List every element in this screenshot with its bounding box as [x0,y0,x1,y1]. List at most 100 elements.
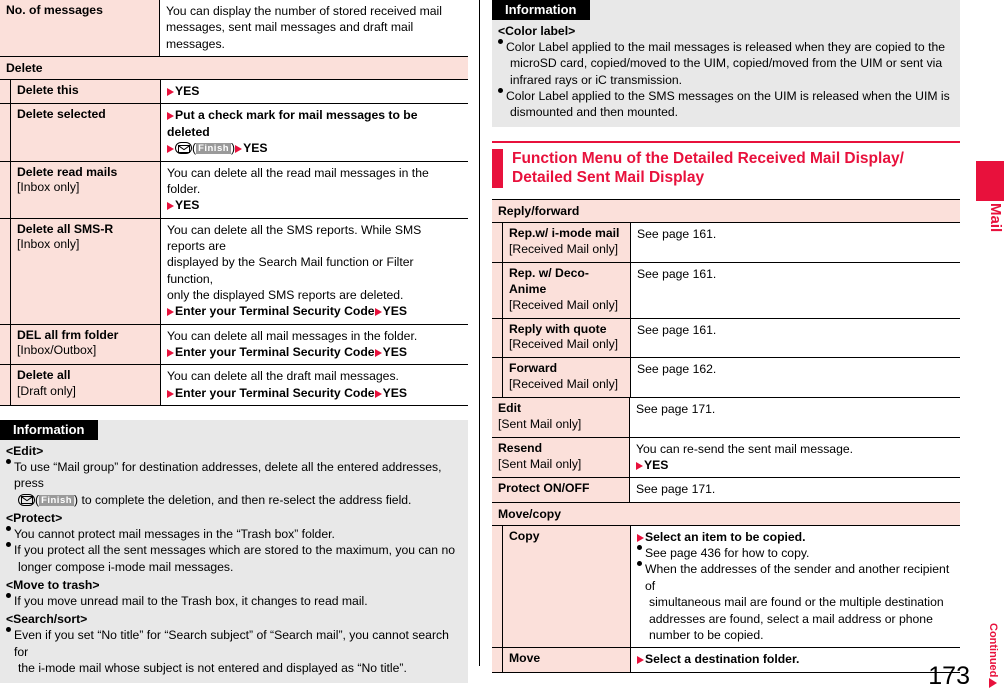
information-tag: <Color label> [498,24,576,38]
information-tag: <Edit> [6,443,44,458]
finish-softkey-label: Finish [196,143,232,155]
row-label: Edit [498,400,522,415]
category-label: Reply/forward [492,200,960,223]
step-line: Put a check mark for mail messages to be… [167,107,462,140]
finish-softkey-label: Finish [39,494,75,506]
desc-line: See page 436 for how to copy. [645,546,810,561]
row-label: Forward [509,361,558,376]
info-line: longer compose i-mode mail messages. [18,559,234,574]
desc-line: number to be copied. [649,627,764,642]
row-label-cell: Resend [Sent Mail only] [492,437,630,478]
table-category-row: Move/copy [492,501,960,525]
table-row: Protect ON/OFF See page 171. [492,477,960,502]
indent-cell [492,318,503,358]
information-body: <Color label> Color Label applied to the… [492,23,960,120]
desc-line: When the addresses of the sender and ano… [645,562,950,593]
category-label: Move/copy [492,502,960,525]
indent-cell [0,324,11,365]
mail-key-icon [18,493,35,506]
indent-cell [0,80,11,104]
step-line: Enter your Terminal Security Code YES [167,344,462,360]
row-desc-cell: See page 162. [631,358,960,397]
manual-page: No. of messages You can display the numb… [0,0,1004,697]
section-heading: Function Menu of the Detailed Received M… [492,141,960,189]
continued-marker: Continued [987,622,999,688]
desc-line: simultaneous mail are found or the multi… [649,595,944,610]
row-sublabel: [Inbox only] [17,180,80,195]
table-row: Move Select a destination folder. [492,647,960,673]
table-row: Copy Select an item to be copied. When t… [492,524,960,648]
table-row: Resend [Sent Mail only] You can re-send … [492,436,960,478]
row-label-cell: Move [503,648,631,672]
row-desc-cell: You can delete all the SMS reports. Whil… [161,218,468,324]
desc-bullet: When the addresses of the sender and ano… [637,561,954,643]
page-number: 173 [928,662,970,690]
row-label: Delete this [17,83,79,98]
step-arrow-icon [235,145,243,154]
row-sublabel: [Inbox/Outbox] [17,343,97,358]
side-tab-marker [976,161,1004,201]
desc-line: See page 171. [636,401,716,416]
row-label: Copy [509,528,540,543]
row-label-cell: Rep.w/ i-mode mail [Received Mail only] [503,223,631,262]
column-divider [479,0,480,666]
step-arrow-icon [374,348,382,357]
information-header: Information [492,0,590,20]
row-label-cell: Forward [Received Mail only] [503,358,631,397]
row-sublabel: [Received Mail only] [509,297,619,312]
row-desc-cell: YES [161,80,468,104]
indent-cell [492,262,503,318]
information-item: You cannot protect mail messages in the … [6,526,460,542]
row-label-cell: Rep. w/ Deco-Anime [Received Mail only] [503,262,631,318]
row-desc-cell: You can re-send the sent mail message. Y… [630,437,960,478]
desc-line: displayed by the Search Mail function or… [167,255,414,286]
info-line: microSD card, copied/moved to the UIM, c… [510,56,943,71]
step-text: YES [243,141,268,156]
step-arrow-icon [636,462,643,471]
row-desc-cell: See page 171. [630,397,960,437]
information-panel: Information <Color label> Color Label ap… [492,0,960,128]
section-rule [492,141,960,144]
indent-cell [0,218,11,324]
row-desc-cell: Select an item to be copied. When the ad… [631,525,960,648]
row-label: No. of messages [6,3,103,17]
indent-cell [0,161,11,218]
left-column: No. of messages You can display the numb… [0,0,468,684]
table-category-row: Reply/forward [492,199,960,223]
info-line: Color Label applied to the mail messages… [506,40,946,55]
row-label: Resend [498,440,543,455]
indent-cell [492,223,503,262]
information-item: Even if you set “No title” for “Search s… [6,627,460,676]
step-line: YES [636,457,954,473]
row-label: Delete all SMS-R [17,221,114,236]
step-arrow-icon [167,308,174,317]
section-title-line2: Detailed Sent Mail Display [512,169,705,187]
step-arrow-icon [637,533,644,542]
row-sublabel: [Inbox only] [17,237,80,252]
bullet-icon [637,561,642,567]
indent-cell [492,648,503,672]
step-line: YES [167,83,462,99]
step-text: Put a check mark for mail messages to be… [167,108,418,139]
row-label: Rep.w/ i-mode mail [509,226,620,241]
continued-label: Continued [987,622,999,677]
row-label-cell: Delete read mails [Inbox only] [11,161,161,218]
row-label: Rep. w/ Deco-Anime [509,265,589,296]
step-line: Select an item to be copied. [637,529,954,545]
desc-line: You can re-send the sent mail message. [636,441,854,456]
desc-line: See page 161. [637,322,717,337]
information-panel: Information <Edit> To use “Mail group” f… [0,419,468,684]
step-line: YES [167,197,462,213]
row-sublabel: [Received Mail only] [509,337,619,352]
row-label-cell: Delete selected [11,104,161,161]
step-line: Enter your Terminal Security Code YES [167,303,462,319]
row-label-cell: Protect ON/OFF [492,478,630,502]
row-label-cell: Edit [Sent Mail only] [492,397,630,437]
step-arrow-icon [167,88,174,97]
info-line: Color Label applied to the SMS messages … [506,88,950,103]
table-row: Delete all SMS-R [Inbox only] You can de… [0,217,468,324]
mail-key-icon [175,142,192,155]
desc-line: See page 162. [637,362,717,377]
row-label: Delete selected [17,107,106,122]
step-arrow-icon [374,308,382,317]
